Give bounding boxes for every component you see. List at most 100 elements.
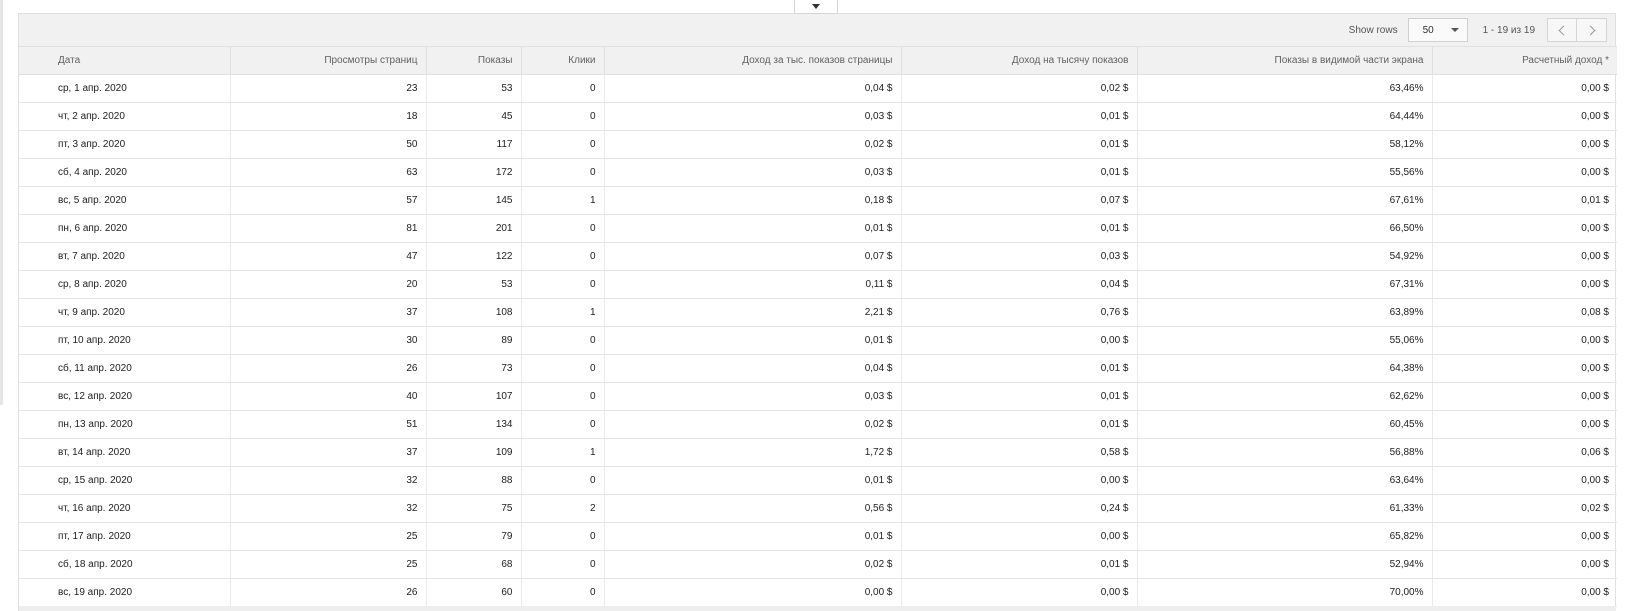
column-header-clicks[interactable]: Клики: [521, 46, 605, 75]
table-row: ср, 15 апр. 2020 32 88 0 0,01 $0,00 $63,64% 0…: [19, 466, 1617, 495]
date-cell: вс, 19 апр. 2020: [19, 578, 231, 607]
table-row: вт, 7 апр. 2020 47 122 0 0,07 $0,03 $54,92% 0…: [19, 242, 1617, 271]
impressions-cell: 53: [426, 270, 522, 299]
impressions-cell: 88: [426, 466, 522, 495]
viewable-cell: 67,31%: [1137, 270, 1433, 299]
date-cell: ср, 1 апр. 2020: [19, 74, 231, 103]
viewable-cell: 64,38%: [1137, 354, 1433, 383]
table-row: сб, 11 апр. 2020 26 73 0 0,04 $0,01 $64,38% 0…: [19, 354, 1617, 383]
earnings-cell: 0,01 $: [1432, 186, 1617, 215]
page-rpm-cell: 0,07 $: [604, 242, 902, 271]
impression-rpm-cell: 0,00 $: [901, 522, 1138, 551]
viewable-cell: 70,00%: [1137, 578, 1433, 607]
page-rpm-cell: 0,02 $: [604, 550, 902, 579]
impression-rpm-cell: 0,58 $: [901, 438, 1138, 467]
column-header-estimated-earnings[interactable]: Расчетный доход *: [1432, 46, 1617, 75]
earnings-cell: 0,00 $: [1432, 130, 1617, 159]
date-cell: пн, 13 апр. 2020: [19, 410, 231, 439]
page-rpm-cell: 1,72 $: [604, 438, 902, 467]
page-rpm-cell: 0,03 $: [604, 158, 902, 187]
table-row: пт, 10 апр. 2020 30 89 0 0,01 $0,00 $55,06% 0…: [19, 326, 1617, 355]
impressions-cell: 108: [426, 298, 522, 327]
table-row: вс, 5 апр. 2020 57 145 1 0,18 $0,07 $67,61% 0…: [19, 186, 1617, 215]
viewable-cell: 52,94%: [1137, 550, 1433, 579]
table-row: чт, 9 апр. 2020 37 108 1 2,21 $0,76 $63,89% 0…: [19, 298, 1617, 327]
column-header-page-rpm[interactable]: Доход за тыс. показов страницы: [604, 46, 902, 75]
earnings-cell: 0,00 $: [1432, 578, 1617, 607]
impression-rpm-cell: 0,01 $: [901, 382, 1138, 411]
chevron-left-icon: [1558, 25, 1569, 35]
impression-rpm-cell: 0,02 $: [901, 74, 1138, 103]
impressions-cell: 117: [426, 130, 522, 159]
page-views-cell: 18: [230, 102, 427, 131]
page-views-cell: 25: [230, 522, 427, 551]
page-rpm-cell: 0,02 $: [604, 130, 902, 159]
rows-per-page-select[interactable]: 50: [1407, 18, 1468, 42]
impressions-cell: 172: [426, 158, 522, 187]
column-header-page-views[interactable]: Просмотры страниц: [230, 46, 427, 75]
viewable-cell: 62,62%: [1137, 382, 1433, 411]
viewable-cell: 61,33%: [1137, 494, 1433, 523]
column-header-impression-rpm[interactable]: Доход на тысячу показов: [901, 46, 1138, 75]
date-cell: ср, 15 апр. 2020: [19, 466, 231, 495]
date-cell: вс, 5 апр. 2020: [19, 186, 231, 215]
clicks-cell: 0: [521, 270, 605, 299]
page-views-cell: 40: [230, 382, 427, 411]
date-cell: вт, 7 апр. 2020: [19, 242, 231, 271]
impression-rpm-cell: 0,01 $: [901, 158, 1138, 187]
column-header-date[interactable]: Дата: [19, 46, 231, 75]
earnings-cell: 0,00 $: [1432, 354, 1617, 383]
collapse-toggle-button[interactable]: [794, 0, 838, 14]
table-toolbar: Show rows 50 1 - 19 из 19: [19, 13, 1615, 46]
impression-rpm-cell: 0,07 $: [901, 186, 1138, 215]
date-cell: чт, 2 апр. 2020: [19, 102, 231, 131]
viewable-cell: 63,89%: [1137, 298, 1433, 327]
clicks-cell: 0: [521, 242, 605, 271]
page-views-cell: 26: [230, 578, 427, 607]
viewable-cell: 55,56%: [1137, 158, 1433, 187]
date-cell: чт, 9 апр. 2020: [19, 298, 231, 327]
impressions-cell: 73: [426, 354, 522, 383]
page-views-cell: 25: [230, 550, 427, 579]
column-header-impressions[interactable]: Показы: [426, 46, 522, 75]
impressions-cell: 45: [426, 102, 522, 131]
impressions-cell: 107: [426, 382, 522, 411]
caret-down-icon: [812, 4, 820, 9]
page-views-cell: 37: [230, 298, 427, 327]
dropdown-arrow-icon: [1450, 28, 1459, 32]
impression-rpm-cell: 0,01 $: [901, 354, 1138, 383]
column-header-active-view-viewable[interactable]: Показы в видимой части экрана: [1137, 46, 1433, 75]
table-row: чт, 2 апр. 2020 18 45 0 0,03 $0,01 $64,44% 0,…: [19, 102, 1617, 131]
date-cell: пт, 17 апр. 2020: [19, 522, 231, 551]
clicks-cell: 0: [521, 214, 605, 243]
chevron-right-icon: [1585, 25, 1595, 35]
page-views-cell: 37: [230, 438, 427, 467]
clicks-cell: 1: [521, 438, 605, 467]
page-rpm-cell: 0,01 $: [604, 214, 902, 243]
earnings-cell: 0,06 $: [1432, 438, 1617, 467]
viewable-cell: 65,82%: [1137, 522, 1433, 551]
impressions-cell: 145: [426, 186, 522, 215]
impression-rpm-cell: 0,76 $: [901, 298, 1138, 327]
previous-page-button[interactable]: [1547, 18, 1577, 42]
rows-per-page-value: 50: [1422, 24, 1434, 36]
next-page-button[interactable]: [1577, 18, 1607, 42]
earnings-cell: 0,00 $: [1432, 326, 1617, 355]
impression-rpm-cell: 0,24 $: [901, 494, 1138, 523]
clicks-cell: 1: [521, 298, 605, 327]
page-rpm-cell: 2,21 $: [604, 298, 902, 327]
clicks-cell: 0: [521, 74, 605, 103]
clicks-cell: 0: [521, 354, 605, 383]
table-footer-strip: [18, 606, 1616, 611]
earnings-cell: 0,00 $: [1432, 214, 1617, 243]
table-row: ср, 1 апр. 2020 23 53 0 0,04 $0,02 $63,46% 0,…: [19, 74, 1617, 103]
impression-rpm-cell: 0,00 $: [901, 326, 1138, 355]
impressions-cell: 68: [426, 550, 522, 579]
table-row: ср, 8 апр. 2020 20 53 0 0,11 $0,04 $67,31% 0,…: [19, 270, 1617, 299]
page-rpm-cell: 0,00 $: [604, 578, 902, 607]
impressions-cell: 109: [426, 438, 522, 467]
earnings-cell: 0,00 $: [1432, 382, 1617, 411]
impression-rpm-cell: 0,01 $: [901, 550, 1138, 579]
page-views-cell: 63: [230, 158, 427, 187]
page-views-cell: 50: [230, 130, 427, 159]
